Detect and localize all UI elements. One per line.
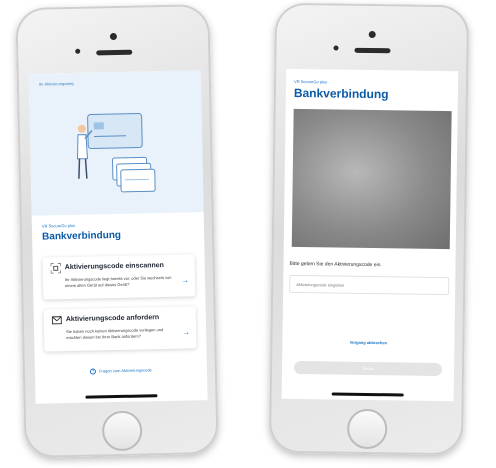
question-icon: ? <box>90 368 97 375</box>
sensor <box>333 45 339 51</box>
qr-scan-icon <box>50 263 61 274</box>
phone-left: Ihr Aktivierungsweg VR SecureGo plus Ban… <box>15 4 219 458</box>
activation-code-prompt: Bitte geben Sie den Aktivierungscode ein… <box>289 260 382 269</box>
scan-activation-code-card[interactable]: Aktivierungscode einscannen Ihr Aktivier… <box>42 254 196 300</box>
phone-right: VR SecureGo plus Bankverbindung Bitte ge… <box>268 2 470 456</box>
card-description: Sie haben noch keinen Aktivierungscode v… <box>66 327 164 341</box>
arrow-right-icon: → <box>182 327 191 337</box>
card-title: Aktivierungscode anfordern <box>65 314 160 324</box>
home-indicator <box>331 392 404 397</box>
cancel-process-link[interactable]: Vorgang abbrechen <box>282 339 454 346</box>
brand-label: VR SecureGo plus <box>41 222 76 229</box>
home-indicator <box>85 394 158 399</box>
page-title: Bankverbindung <box>293 85 389 102</box>
front-camera <box>109 32 117 41</box>
home-button[interactable] <box>346 408 388 450</box>
next-button[interactable]: Weiter <box>293 360 443 377</box>
card-description: Ihr Aktivierungscode liegt bereits vor, … <box>64 274 172 289</box>
activation-code-input[interactable] <box>289 274 450 296</box>
activation-code-help-link[interactable]: ? Fragen zum Aktivierungscode <box>35 366 207 376</box>
hero-caption: Ihr Aktivierungsweg <box>38 80 74 87</box>
request-activation-code-card[interactable]: Aktivierungscode anfordern Sie haben noc… <box>43 306 197 352</box>
page-title: Bankverbindung <box>41 229 122 243</box>
screen-activation-options: Ihr Aktivierungsweg VR SecureGo plus Ban… <box>28 70 208 404</box>
earpiece-speaker <box>96 49 133 56</box>
front-camera <box>368 30 376 39</box>
mail-icon <box>51 316 62 325</box>
sensor <box>75 48 81 54</box>
screen-enter-activation-code: VR SecureGo plus Bankverbindung Bitte ge… <box>281 68 459 402</box>
earpiece-speaker <box>354 47 391 54</box>
brand-label: VR SecureGo plus <box>294 78 328 85</box>
card-title: Aktivierungscode einscannen <box>64 262 165 272</box>
help-link-label: Fragen zum Aktivierungscode <box>99 367 152 374</box>
card-illustration-icon <box>76 113 156 193</box>
home-button[interactable] <box>101 410 143 452</box>
camera-scanner-view <box>291 108 452 250</box>
hero-illustration-panel: Ihr Aktivierungsweg <box>28 70 204 216</box>
arrow-right-icon: → <box>180 275 190 285</box>
